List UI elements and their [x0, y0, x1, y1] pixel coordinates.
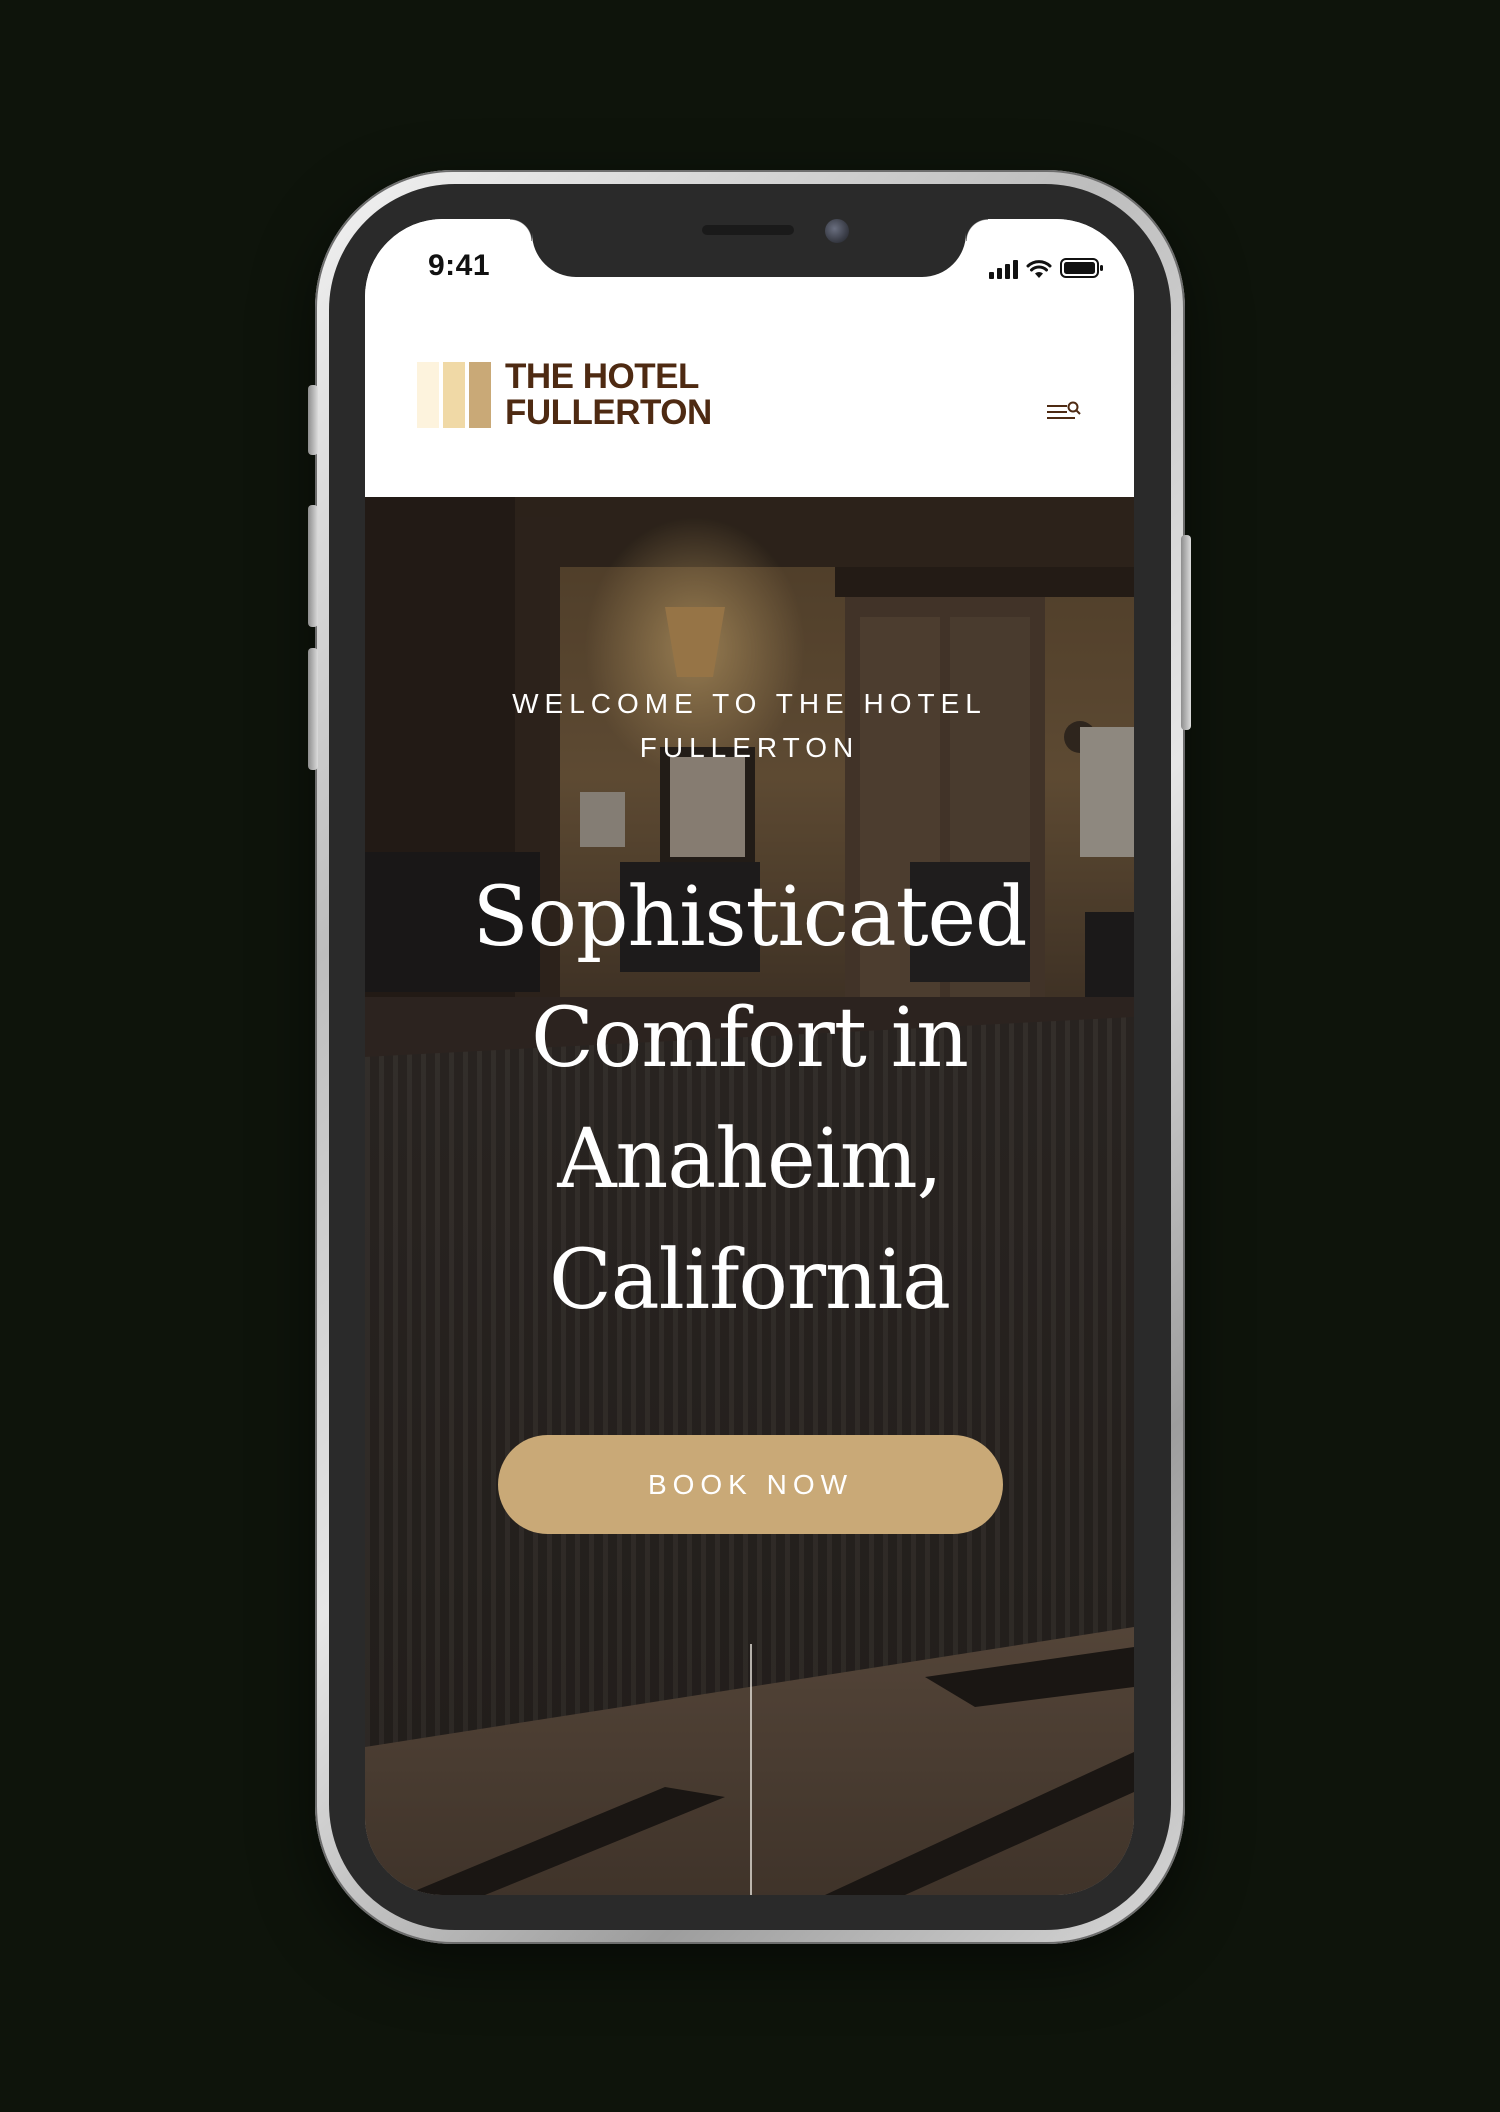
- book-now-button[interactable]: BOOK NOW: [498, 1435, 1003, 1534]
- eyebrow-line-2: FULLERTON: [639, 732, 860, 763]
- status-icons: [989, 253, 1104, 279]
- cellular-signal-icon: [989, 259, 1018, 279]
- headline-line-2: Comfort in: [531, 991, 969, 1086]
- front-camera: [825, 219, 849, 243]
- headline-line-4: California: [549, 1233, 951, 1328]
- phone-notch: [510, 219, 988, 277]
- wifi-icon: [1026, 259, 1052, 279]
- silent-switch: [308, 385, 318, 455]
- hotel-logo[interactable]: THE HOTEL FULLERTON: [417, 359, 712, 431]
- welcome-eyebrow: WELCOME TO THE HOTEL FULLERTON: [475, 682, 1024, 770]
- menu-search-button[interactable]: [1045, 399, 1083, 425]
- status-time: 9:41: [428, 249, 491, 282]
- headline-line-1: Sophisticated: [472, 870, 1027, 965]
- scroll-indicator-line: [750, 1644, 752, 1895]
- hero-section: WELCOME TO THE HOTEL FULLERTON Sophistic…: [365, 497, 1134, 1895]
- speaker-grille: [702, 225, 794, 235]
- logo-mark-icon: [417, 362, 491, 428]
- power-button: [1181, 535, 1191, 730]
- battery-icon: [1060, 257, 1104, 279]
- logo-wordmark: THE HOTEL FULLERTON: [505, 359, 712, 431]
- menu-search-icon: [1047, 401, 1081, 419]
- eyebrow-line-1: WELCOME TO THE HOTEL: [512, 688, 987, 719]
- hero-headline: Sophisticated Comfort in Anaheim, Califo…: [415, 857, 1084, 1341]
- volume-down-button: [308, 648, 318, 770]
- phone-screen: THE HOTEL FULLERTON WELCOME TO THE HOTEL…: [365, 219, 1134, 1895]
- volume-up-button: [308, 505, 318, 627]
- logo-line-1: THE HOTEL: [505, 357, 699, 396]
- logo-line-2: FULLERTON: [505, 393, 712, 432]
- headline-line-3: Anaheim,: [557, 1112, 942, 1207]
